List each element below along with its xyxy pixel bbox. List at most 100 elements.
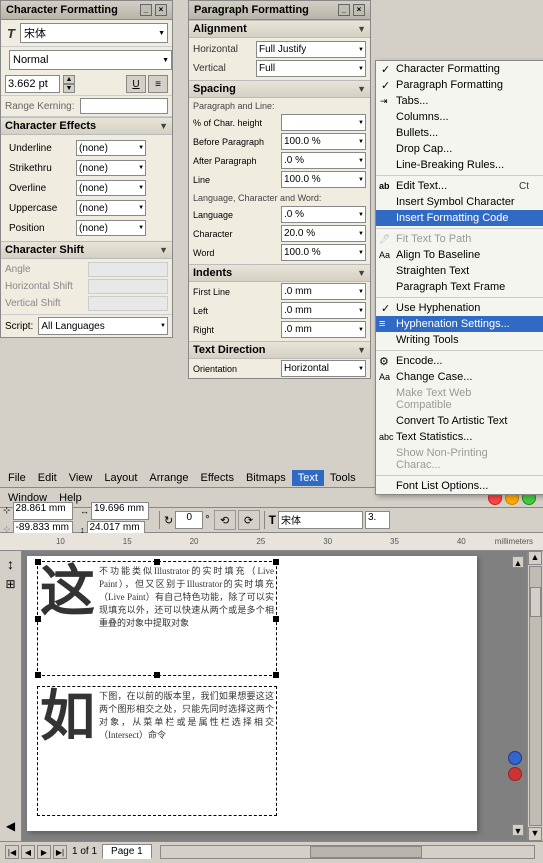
page-tab-1[interactable]: Page 1 xyxy=(102,844,152,859)
w-input[interactable]: 19.696 mm xyxy=(91,502,149,520)
menu-hyphenation-settings[interactable]: ≡ Hyphenation Settings... xyxy=(376,316,543,332)
first-page-btn[interactable]: |◀ xyxy=(5,845,19,859)
left-indent-input[interactable]: .0 mm xyxy=(281,302,366,319)
strikethru-select[interactable]: (none) xyxy=(76,160,146,176)
font-size-input[interactable]: 3.662 pt xyxy=(5,75,60,93)
character-input[interactable]: 20.0 % xyxy=(281,225,366,242)
menu-text-statistics[interactable]: abc Text Statistics... xyxy=(376,429,543,445)
menu-show-nonprinting[interactable]: Show Non-Printing Charac... xyxy=(376,445,543,473)
script-select[interactable]: All Languages xyxy=(38,317,168,335)
horizontal-select[interactable]: Full Justify xyxy=(256,41,366,58)
menu-insert-symbol[interactable]: Insert Symbol Character xyxy=(376,194,543,210)
ruler-mark-15: 15 xyxy=(123,537,132,546)
first-line-label: First Line xyxy=(193,287,278,297)
menu-edit-text[interactable]: ab Edit Text... Ct xyxy=(376,178,543,194)
prev-page-btn[interactable]: ◀ xyxy=(21,845,35,859)
menu-columns[interactable]: Columns... xyxy=(376,109,543,125)
toolbar-btn-1[interactable]: ⟲ xyxy=(214,510,236,530)
align-btn[interactable]: ≡ xyxy=(148,75,168,93)
menu-arrange[interactable]: Arrange xyxy=(143,470,194,486)
next-page-btn[interactable]: ▶ xyxy=(37,845,51,859)
menu-char-formatting[interactable]: ✓ Character Formatting xyxy=(376,61,543,77)
scroll-right-up[interactable]: ▲ xyxy=(528,551,542,565)
position-select[interactable]: (none) xyxy=(76,220,146,236)
word-input[interactable]: 100.0 % xyxy=(281,244,366,261)
underline-select[interactable]: (none) xyxy=(76,140,146,156)
side-tool-1[interactable]: ↕ xyxy=(1,554,21,574)
menu-insert-formatting[interactable]: Insert Formatting Code xyxy=(376,210,543,226)
size-down-btn[interactable]: ▼ xyxy=(63,84,75,93)
alignment-section-header[interactable]: Alignment ▼ xyxy=(189,20,370,38)
side-tool-2[interactable]: ⊞ xyxy=(1,574,21,594)
edit-text-label: Edit Text... xyxy=(396,180,447,192)
toolbar-btn-2[interactable]: ⟳ xyxy=(238,510,260,530)
right-indent-input[interactable]: .0 mm xyxy=(281,321,366,338)
menu-tabs[interactable]: ⇥ Tabs... xyxy=(376,93,543,109)
char-shift-header[interactable]: Character Shift ▼ xyxy=(1,241,172,259)
primary-color-btn[interactable] xyxy=(508,751,522,765)
line-input[interactable]: 100.0 % xyxy=(281,171,366,188)
scroll-right-down[interactable]: ▼ xyxy=(528,827,542,841)
menu-effects[interactable]: Effects xyxy=(195,470,240,486)
font-size-toolbar[interactable]: 3. xyxy=(365,511,390,529)
scroll-up-btn[interactable]: ▲ xyxy=(512,556,524,568)
spacing-section-header[interactable]: Spacing ▼ xyxy=(189,80,370,98)
size-up-btn[interactable]: ▲ xyxy=(63,75,75,84)
menu-para-text-frame[interactable]: Paragraph Text Frame xyxy=(376,279,543,295)
text-direction-header[interactable]: Text Direction ▼ xyxy=(189,341,370,359)
percent-height-select[interactable] xyxy=(281,114,366,131)
overline-select[interactable]: (none) xyxy=(76,180,146,196)
menu-para-formatting[interactable]: ✓ Paragraph Formatting xyxy=(376,77,543,93)
menu-writing-tools[interactable]: Writing Tools xyxy=(376,332,543,348)
side-tool-3[interactable]: ◀ xyxy=(1,816,21,836)
menu-align-baseline[interactable]: Aa Align To Baseline xyxy=(376,247,543,263)
text-box-2[interactable]: 如 下图，在以前的版本里，我们如果想要这这两个图形相交之处，只能先同时选择这两个… xyxy=(37,686,277,816)
vertical-select[interactable]: Full xyxy=(256,60,366,77)
x-input[interactable]: 28.861 mm xyxy=(13,502,73,520)
menu-edit[interactable]: Edit xyxy=(32,470,63,486)
menu-change-case[interactable]: Aa Change Case... xyxy=(376,369,543,385)
menu-view[interactable]: View xyxy=(63,470,99,486)
char-panel-minimize[interactable]: _ xyxy=(140,4,152,16)
last-page-btn[interactable]: ▶| xyxy=(53,845,67,859)
rotation-input[interactable]: 0 xyxy=(175,511,203,529)
char-panel-close[interactable]: × xyxy=(155,4,167,16)
h-scrollbar-track[interactable] xyxy=(160,845,535,859)
font-name-toolbar[interactable]: 宋体 xyxy=(278,511,363,529)
menu-make-text-web[interactable]: Make Text Web Compatible xyxy=(376,385,543,413)
v-scrollbar-track[interactable] xyxy=(529,566,542,826)
menu-straighten-text[interactable]: Straighten Text xyxy=(376,263,543,279)
after-para-input[interactable]: .0 % xyxy=(281,152,366,169)
secondary-color-btn[interactable] xyxy=(508,767,522,781)
indents-section-header[interactable]: Indents ▼ xyxy=(189,264,370,282)
v-shift-label: Vertical Shift xyxy=(5,298,85,309)
menu-file[interactable]: File xyxy=(2,470,32,486)
uppercase-select[interactable]: (none) xyxy=(76,200,146,216)
menu-tools[interactable]: Tools xyxy=(324,470,362,486)
before-para-input[interactable]: 100.0 % xyxy=(281,133,366,150)
range-kerning-input[interactable] xyxy=(80,98,169,114)
first-line-input[interactable]: .0 mm xyxy=(281,283,366,300)
font-name-select[interactable]: 宋体 xyxy=(20,23,168,43)
menu-text[interactable]: Text xyxy=(292,470,324,486)
scroll-down-btn[interactable]: ▼ xyxy=(512,824,524,836)
para-panel-minimize[interactable]: _ xyxy=(338,4,350,16)
menu-encode[interactable]: ⚙ Encode... xyxy=(376,353,543,369)
menu-convert-artistic[interactable]: Convert To Artistic Text xyxy=(376,413,543,429)
language-input[interactable]: .0 % xyxy=(281,206,366,223)
menu-use-hyphenation[interactable]: ✓ Use Hyphenation xyxy=(376,300,543,316)
font-style-select[interactable]: Normal xyxy=(9,50,172,70)
menu-bullets[interactable]: Bullets... xyxy=(376,125,543,141)
text-box-1[interactable]: 这 不功能类似Illustrator的实时填充（Live Paint），但又区别… xyxy=(37,561,277,676)
overline-row: Overline (none) xyxy=(7,179,166,197)
underline-btn[interactable]: U xyxy=(126,75,146,93)
menu-layout[interactable]: Layout xyxy=(98,470,143,486)
char-effects-header[interactable]: Character Effects ▼ xyxy=(1,117,172,135)
menu-line-breaking[interactable]: Line-Breaking Rules... xyxy=(376,157,543,173)
menu-drop-cap[interactable]: Drop Cap... xyxy=(376,141,543,157)
menu-fit-text[interactable]: 🖊 Fit Text To Path xyxy=(376,231,543,247)
para-panel-close[interactable]: × xyxy=(353,4,365,16)
orientation-select[interactable]: Horizontal xyxy=(281,360,366,377)
menu-font-list-options[interactable]: Font List Options... xyxy=(376,478,543,494)
menu-bitmaps[interactable]: Bitmaps xyxy=(240,470,292,486)
